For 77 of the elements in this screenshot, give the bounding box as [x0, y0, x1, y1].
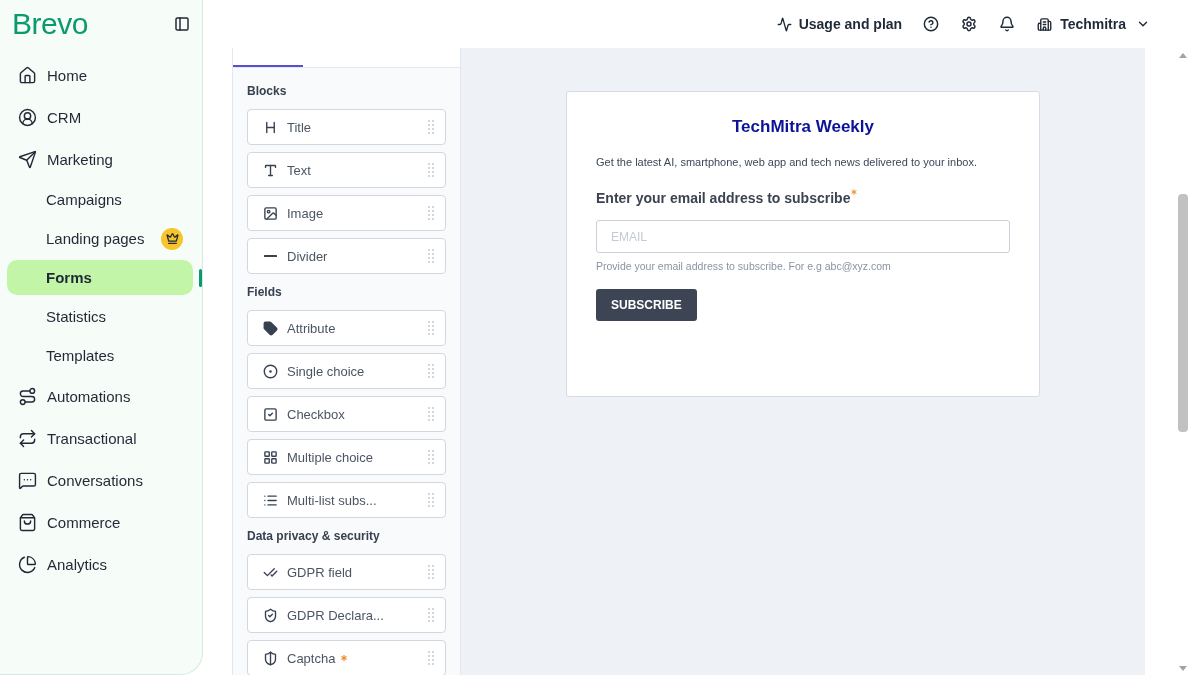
drag-handle-icon[interactable]	[428, 364, 434, 378]
scroll-down-icon[interactable]	[1179, 666, 1187, 671]
drag-handle-icon[interactable]	[428, 206, 434, 220]
drag-handle-icon[interactable]	[428, 321, 434, 335]
drag-handle-icon[interactable]	[428, 450, 434, 464]
shield-icon	[263, 650, 278, 666]
block-item[interactable]: GDPR Declara...	[247, 597, 446, 633]
list-icon	[263, 492, 278, 508]
section-heading: Fields	[247, 284, 283, 301]
image-icon	[263, 205, 278, 221]
drag-handle-icon[interactable]	[428, 565, 434, 579]
block-item[interactable]: Divider	[247, 238, 446, 274]
drag-handle-icon[interactable]	[428, 120, 434, 134]
nav-subitem[interactable]: Templates	[7, 338, 193, 373]
block-item[interactable]: Checkbox	[247, 396, 446, 432]
line-icon	[264, 255, 277, 257]
heading-icon	[263, 119, 278, 135]
help-icon[interactable]	[923, 16, 940, 32]
nav-subitem[interactable]: Forms	[7, 260, 193, 295]
pie-chart-icon	[18, 554, 37, 574]
field-label: Enter your email address to subscribe	[596, 189, 851, 208]
block-item[interactable]: Title	[247, 109, 446, 145]
subscribe-button[interactable]: SUBSCRIBE	[596, 289, 697, 321]
nav-item[interactable]: Automations	[7, 375, 193, 417]
shopping-bag-icon	[18, 512, 37, 532]
drag-handle-icon[interactable]	[428, 163, 434, 177]
drag-handle-icon[interactable]	[428, 407, 434, 421]
block-item[interactable]: Text	[247, 152, 446, 188]
drag-handle-icon[interactable]	[428, 608, 434, 622]
paper-plane-icon	[18, 149, 37, 169]
bell-icon[interactable]	[999, 16, 1016, 32]
form-title: TechMitra Weekly	[730, 116, 875, 138]
block-item[interactable]: Image	[247, 195, 446, 231]
route-icon	[18, 386, 37, 406]
nav-subitem[interactable]: Statistics	[7, 299, 193, 334]
logo: Brevo	[12, 9, 88, 39]
nav-item[interactable]: Analytics	[7, 543, 193, 585]
block-item[interactable]: Attribute	[247, 310, 446, 346]
nav-subitem[interactable]: Landing pages	[7, 221, 193, 256]
house-icon	[18, 65, 37, 85]
chat-bubble-icon	[18, 470, 37, 490]
scroll-up-icon[interactable]	[1179, 53, 1187, 58]
nav-item[interactable]: Transactional	[7, 417, 193, 459]
sidebar-toggle-icon[interactable]	[174, 16, 190, 32]
block-item[interactable]: Multiple choice	[247, 439, 446, 475]
pulse-icon	[776, 16, 792, 32]
nav-item[interactable]: Commerce	[7, 501, 193, 543]
grid-icon	[263, 449, 278, 465]
form-description: Get the latest AI, smartphone, web app and tech news delivered to your inbox.	[596, 155, 977, 170]
tag-icon	[263, 320, 278, 336]
block-item[interactable]: Captcha	[247, 640, 446, 675]
email-field[interactable]: EMAIL	[596, 220, 1010, 253]
radio-icon	[263, 363, 278, 379]
arrows-icon	[18, 428, 37, 448]
nav-subitem[interactable]: Campaigns	[7, 182, 193, 217]
shield-check-icon	[263, 607, 278, 623]
nav-item[interactable]: Home	[7, 54, 193, 96]
drag-handle-icon[interactable]	[428, 249, 434, 263]
nav-item[interactable]: CRM	[7, 96, 193, 138]
drag-handle-icon[interactable]	[428, 651, 434, 665]
block-item[interactable]: Multi-list subs...	[247, 482, 446, 518]
block-item[interactable]: Single choice	[247, 353, 446, 389]
usage-button[interactable]: Usage and plan	[776, 16, 903, 32]
account-menu[interactable]: Techmitra	[1037, 16, 1150, 32]
nav-item[interactable]: Conversations	[7, 459, 193, 501]
block-item[interactable]: GDPR field	[247, 554, 446, 590]
scroll-thumb[interactable]	[1178, 194, 1188, 432]
field-hint: Provide your email address to subscribe. For e.g abc@xyz.com	[596, 259, 891, 274]
section-heading: Data privacy & security	[247, 528, 381, 545]
nav-item[interactable]: Marketing	[7, 138, 193, 180]
section-heading: Blocks	[247, 83, 288, 100]
type-icon	[263, 162, 278, 178]
building-icon	[1037, 16, 1053, 32]
checkbox-icon	[263, 406, 278, 422]
settings-icon[interactable]	[961, 16, 978, 32]
drag-handle-icon[interactable]	[428, 493, 434, 507]
user-circle-icon	[18, 107, 37, 127]
